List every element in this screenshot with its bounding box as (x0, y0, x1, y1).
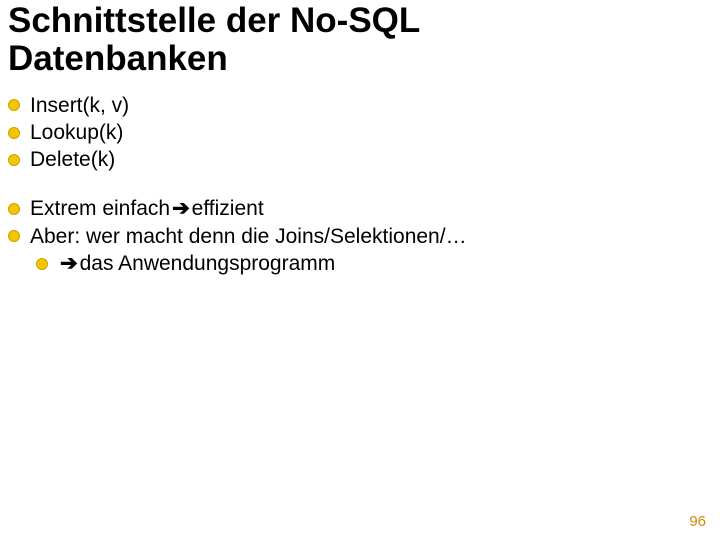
list-subitem: ➔ das Anwendungsprogramm (36, 250, 712, 277)
bullet-icon (8, 127, 20, 139)
slide: Schnittstelle der No-SQL Datenbanken Ins… (0, 0, 720, 540)
item-text: Lookup(k) (30, 119, 123, 146)
item-text: Insert(k, v) (30, 92, 129, 119)
bullet-icon (8, 230, 20, 242)
slide-title: Schnittstelle der No-SQL Datenbanken (8, 0, 712, 78)
bullet-icon (8, 203, 20, 215)
arrow-right-icon: ➔ (170, 195, 192, 222)
item-text-post: effizient (192, 195, 264, 222)
title-line-2: Datenbanken (8, 39, 228, 78)
bullet-list: Insert(k, v) Lookup(k) Delete(k) Extrem … (8, 92, 712, 278)
page-number: 96 (689, 513, 706, 530)
bullet-icon (8, 154, 20, 166)
list-item: Extrem einfach ➔ effizient (8, 195, 712, 222)
list-item: Insert(k, v) (8, 92, 712, 119)
bullet-icon (36, 258, 48, 270)
list-item: Aber: wer macht denn die Joins/Selektion… (8, 223, 712, 250)
bullet-icon (8, 99, 20, 111)
list-item: Lookup(k) (8, 119, 712, 146)
arrow-right-icon: ➔ (58, 250, 80, 277)
item-text: Aber: wer macht denn die Joins/Selektion… (30, 223, 467, 250)
item-text-pre: Extrem einfach (30, 195, 170, 222)
item-text: Delete(k) (30, 146, 115, 173)
spacer (8, 173, 712, 195)
title-line-1: Schnittstelle der No-SQL (8, 1, 420, 40)
subitem-text: das Anwendungsprogramm (80, 250, 336, 277)
list-item: Delete(k) (8, 146, 712, 173)
